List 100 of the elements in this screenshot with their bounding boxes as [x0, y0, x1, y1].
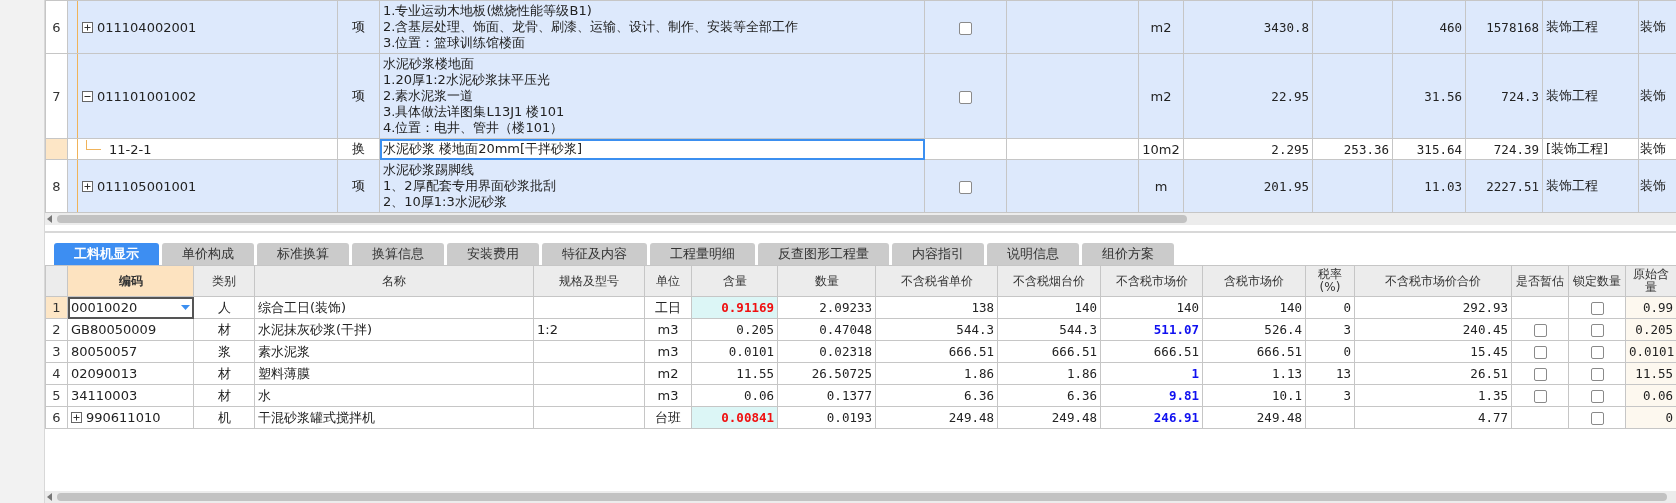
material-code: 80050057: [71, 344, 138, 359]
checkbox[interactable]: [1533, 346, 1547, 359]
tree-connector: [86, 140, 101, 150]
code-cell[interactable]: GB80050009: [67, 318, 194, 341]
tab[interactable]: 说明信息: [987, 243, 1079, 265]
checkbox[interactable]: [1533, 324, 1547, 337]
table-cell: 6.36: [875, 384, 998, 407]
table-cell: 666.51: [997, 340, 1101, 363]
table-cell: 292.93: [1354, 296, 1512, 319]
table-cell: 138: [875, 296, 998, 319]
collapse-toggle-icon[interactable]: [82, 90, 93, 102]
tab[interactable]: 工程量明细: [650, 243, 755, 265]
tab[interactable]: 组价方案: [1082, 243, 1174, 265]
scrollbar-thumb[interactable]: [57, 215, 1187, 223]
material-code: 34110003: [71, 388, 138, 403]
checkbox[interactable]: [1590, 346, 1604, 359]
table-cell: 水: [254, 384, 534, 407]
unit-cell: m3: [644, 384, 692, 407]
expand-toggle-icon[interactable]: [82, 21, 93, 33]
column-header[interactable]: 不含税省单价: [875, 265, 998, 297]
table-cell: 526.4: [1202, 318, 1306, 341]
material-code: 990611010: [86, 410, 161, 425]
type-cell: 换: [337, 138, 380, 160]
row-number: 2: [45, 318, 68, 341]
unit-cell: 工日: [644, 296, 692, 319]
table-cell: 544.3: [997, 318, 1101, 341]
table-cell: 1:2: [533, 318, 645, 341]
table-cell: 浆: [193, 340, 255, 363]
description-cell: 1.专业运动木地板(燃烧性能等级B1) 2.含基层处理、饰面、龙骨、刷漆、运输、设计、制作、安装等全部工作 3.位置：篮球训练馆楼面: [379, 0, 925, 54]
table-cell: 2.09233: [777, 296, 876, 319]
checkbox[interactable]: [1590, 390, 1604, 403]
tab[interactable]: 内容指引: [892, 243, 984, 265]
checkbox[interactable]: [1590, 368, 1604, 381]
row-number: 8: [45, 159, 68, 213]
column-header[interactable]: 不含税烟台价: [997, 265, 1101, 297]
checkbox[interactable]: [1533, 368, 1547, 381]
material-code: 00010020: [71, 300, 138, 315]
column-header[interactable]: 名称: [254, 265, 534, 297]
table-cell: 724.39: [1465, 138, 1543, 160]
row-number: 6: [45, 0, 68, 54]
column-header[interactable]: 原始含量: [1625, 265, 1676, 297]
column-header[interactable]: 数量: [777, 265, 876, 297]
table-cell: 2227.51: [1465, 159, 1543, 213]
scroll-left-icon[interactable]: [47, 493, 53, 501]
code-cell[interactable]: 02090013: [67, 362, 194, 385]
checkbox[interactable]: [1590, 302, 1604, 315]
column-header[interactable]: 税率(%): [1305, 265, 1355, 297]
column-header[interactable]: 含税市场价: [1202, 265, 1306, 297]
table-cell: 249.48: [875, 406, 998, 429]
table-cell: 460: [1392, 0, 1466, 54]
table-cell: 机: [193, 406, 255, 429]
table-cell: 15.45: [1354, 340, 1512, 363]
column-header[interactable]: 不含税市场价合价: [1354, 265, 1512, 297]
scroll-left-icon[interactable]: [47, 215, 53, 223]
column-header[interactable]: 锁定数量: [1568, 265, 1626, 297]
table-cell: 11.03: [1392, 159, 1466, 213]
code-cell[interactable]: 990611010: [67, 406, 194, 429]
column-header[interactable]: 类别: [193, 265, 255, 297]
column-header[interactable]: 单位: [644, 265, 692, 297]
column-header[interactable]: 规格及型号: [533, 265, 645, 297]
column-header[interactable]: 编码: [67, 265, 194, 297]
code-cell[interactable]: 00010020: [67, 296, 194, 319]
item-code: 011104002001: [97, 19, 197, 35]
table-cell: 人: [193, 296, 255, 319]
table-cell: 1.86: [997, 362, 1101, 385]
checkbox[interactable]: [959, 180, 972, 194]
scrollbar-thumb[interactable]: [57, 493, 1667, 501]
table-cell: 544.3: [875, 318, 998, 341]
tab[interactable]: 单价构成: [162, 243, 254, 265]
tab[interactable]: 反查图形工程量: [758, 243, 889, 265]
column-header[interactable]: 含量: [691, 265, 778, 297]
checkbox[interactable]: [1590, 324, 1604, 337]
table-cell: 249.48: [997, 406, 1101, 429]
table-cell: [装饰工程]: [1542, 138, 1639, 160]
table-cell: 724.3: [1465, 53, 1543, 139]
expand-toggle-icon[interactable]: [71, 412, 82, 423]
table-cell: 材: [193, 318, 255, 341]
table-cell: 3: [1305, 384, 1355, 407]
item-code: 011105001001: [97, 178, 197, 194]
table-cell: 1.86: [875, 362, 998, 385]
checkbox[interactable]: [1533, 390, 1547, 403]
tab[interactable]: 特征及内容: [542, 243, 647, 265]
table-cell: 26.50725: [777, 362, 876, 385]
tab[interactable]: 安装费用: [447, 243, 539, 265]
expand-toggle-icon[interactable]: [82, 180, 93, 192]
checkbox[interactable]: [959, 21, 972, 35]
tab[interactable]: 换算信息: [352, 243, 444, 265]
code-cell[interactable]: 34110003: [67, 384, 194, 407]
dropdown-arrow-icon[interactable]: [181, 305, 190, 310]
checkbox[interactable]: [959, 90, 972, 104]
table-cell: 10.1: [1202, 384, 1306, 407]
table-cell: 31.56: [1392, 53, 1466, 139]
tab[interactable]: 标准换算: [257, 243, 349, 265]
checkbox[interactable]: [1590, 412, 1604, 425]
column-header[interactable]: 不含税市场价: [1100, 265, 1203, 297]
row-number: 3: [45, 340, 68, 363]
column-header[interactable]: 是否暂估: [1511, 265, 1569, 297]
table-cell: 240.45: [1354, 318, 1512, 341]
table-cell: 素水泥浆: [254, 340, 534, 363]
code-cell[interactable]: 80050057: [67, 340, 194, 363]
